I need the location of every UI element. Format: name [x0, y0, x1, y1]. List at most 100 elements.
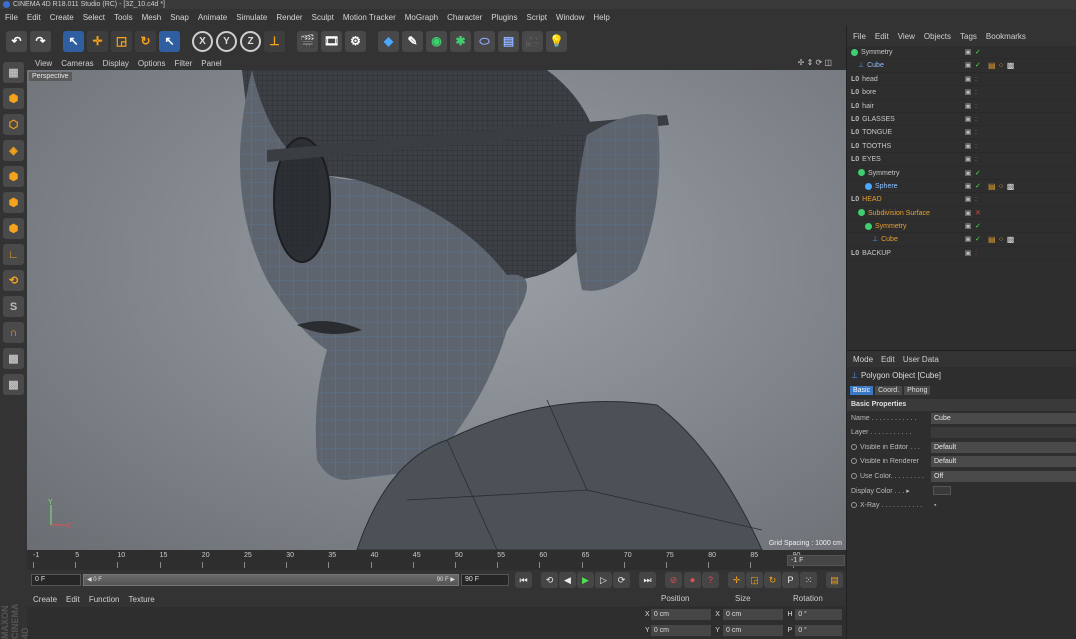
snap-icon[interactable]: S [3, 296, 24, 317]
menu-mesh[interactable]: Mesh [142, 13, 162, 22]
goto-start-icon[interactable]: ⏮ [515, 572, 532, 588]
coordinate-system-icon[interactable]: ⊥ [264, 30, 285, 52]
attribute-value-field[interactable] [933, 486, 951, 496]
make-editable-icon[interactable]: ▦ [3, 62, 24, 83]
vp-menu-view[interactable]: View [35, 59, 52, 68]
rotation-h-field[interactable]: 0 ° [795, 608, 842, 620]
enabled-check-icon[interactable]: ✓ [975, 59, 983, 72]
visibility-dots-icon[interactable]: : [975, 153, 983, 166]
menu-animate[interactable]: Animate [198, 13, 227, 22]
key-pla-icon[interactable]: ⁙ [800, 572, 817, 588]
layer-visibility-icon[interactable]: ▣ [961, 180, 975, 193]
camera-icon[interactable]: 🎥 [522, 30, 543, 52]
timeline-ruler[interactable]: -151015202530354045505560657075808590 [27, 550, 846, 570]
enabled-check-icon[interactable]: ✓ [975, 167, 983, 180]
layer-visibility-icon[interactable]: ▣ [961, 100, 975, 113]
undo-icon[interactable]: ↶ [6, 30, 27, 52]
lock-workplane-icon[interactable]: ▩ [3, 348, 24, 369]
enabled-check-icon[interactable]: ✓ [975, 46, 983, 59]
frame-range-slider[interactable]: ◀ 0 F 90 F ▶ [83, 574, 459, 586]
object-row[interactable]: Symmetry ▣ ✓ [847, 167, 1076, 180]
object-row[interactable]: L0 BACKUP ▣: [847, 247, 1076, 261]
visibility-dots-icon[interactable]: : [975, 247, 983, 260]
redo-icon[interactable]: ↷ [30, 30, 51, 52]
animate-radio-icon[interactable] [851, 472, 857, 479]
y-axis-icon[interactable]: Y [216, 30, 237, 52]
viewport-navigation-icons[interactable]: ✢ ⇕ ⟳ ◫ [798, 58, 832, 67]
om-menu-bookmarks[interactable]: Bookmarks [986, 32, 1026, 41]
layer-visibility-icon[interactable]: ▣ [961, 247, 975, 260]
menu-render[interactable]: Render [276, 13, 302, 22]
vp-menu-options[interactable]: Options [138, 59, 166, 68]
am-menu-user-data[interactable]: User Data [903, 355, 939, 364]
menu-plugins[interactable]: Plugins [491, 13, 517, 22]
mat-menu-edit[interactable]: Edit [66, 595, 80, 604]
tweak-mode-icon[interactable]: ⟲ [3, 270, 24, 291]
object-tags-icons[interactable]: ▤ ⁘ ▩ [988, 233, 1014, 246]
object-row[interactable]: L0 TONGUE ▣: [847, 126, 1076, 140]
enabled-check-icon[interactable]: ✓ [975, 220, 983, 233]
layer-visibility-icon[interactable]: ▣ [961, 86, 975, 99]
record-icon[interactable]: ⏺ [684, 572, 701, 588]
am-menu-edit[interactable]: Edit [881, 355, 895, 364]
menu-help[interactable]: Help [593, 13, 609, 22]
min-frame-field[interactable]: 0 F [31, 574, 81, 586]
om-menu-edit[interactable]: Edit [875, 32, 889, 41]
position-y-field[interactable]: 0 cm [650, 624, 712, 636]
subdivision-surface-icon[interactable]: ◉ [426, 30, 447, 52]
layer-visibility-icon[interactable]: ▣ [961, 73, 975, 86]
object-row[interactable]: L0 bore ▣: [847, 86, 1076, 100]
axis-mode-icon[interactable]: ∟ [3, 244, 24, 265]
edges-mode-icon[interactable]: ⬢ [3, 192, 24, 213]
mat-menu-texture[interactable]: Texture [129, 595, 155, 604]
menu-window[interactable]: Window [556, 13, 584, 22]
perspective-viewport[interactable]: Y Z Perspective Grid Spacing : 1000 cm [27, 70, 846, 550]
menu-script[interactable]: Script [526, 13, 546, 22]
tab-phong[interactable]: Phong [904, 385, 931, 395]
polygons-mode-icon[interactable]: ⬢ [3, 218, 24, 239]
visibility-dots-icon[interactable]: : [975, 126, 983, 139]
visibility-dots-icon[interactable]: : [975, 140, 983, 153]
object-row[interactable]: Subdivision Surface ▣ ✕ [847, 207, 1076, 221]
z-axis-icon[interactable]: Z [240, 30, 261, 52]
magnet-icon[interactable]: ∩ [3, 322, 24, 343]
rotate-tool-icon[interactable]: ↻ [135, 30, 156, 52]
layer-visibility-icon[interactable]: ▣ [961, 46, 975, 59]
layer-visibility-icon[interactable]: ▣ [961, 126, 975, 139]
size-y-field[interactable]: 0 cm [723, 624, 784, 636]
prev-frame-icon[interactable]: ◀ [559, 572, 576, 588]
object-row[interactable]: L0 hair ▣: [847, 100, 1076, 113]
am-menu-mode[interactable]: Mode [853, 355, 873, 364]
menu-simulate[interactable]: Simulate [236, 13, 267, 22]
move-tool-icon[interactable]: ✛ [87, 30, 108, 52]
key-parameter-icon[interactable]: P [782, 572, 799, 588]
object-row[interactable]: Symmetry ▣ ✓ [847, 46, 1076, 60]
om-menu-view[interactable]: View [898, 32, 915, 41]
enabled-check-icon[interactable]: ✓ [975, 233, 983, 246]
next-frame-icon[interactable]: ▷ [595, 572, 612, 588]
size-x-field[interactable]: 0 cm [723, 608, 784, 620]
menu-file[interactable]: File [5, 13, 18, 22]
render-settings-icon[interactable]: ⚙ [345, 30, 366, 52]
menu-sculpt[interactable]: Sculpt [312, 13, 334, 22]
layer-visibility-icon[interactable]: ▣ [961, 153, 975, 166]
enabled-check-icon[interactable]: ✓ [975, 180, 983, 193]
object-row[interactable]: L0 GLASSES ▣: [847, 113, 1076, 127]
object-tags-icons[interactable]: ▤ ⁘ ▩ [988, 59, 1014, 72]
layer-visibility-icon[interactable]: ▣ [961, 207, 975, 220]
vp-menu-filter[interactable]: Filter [174, 59, 192, 68]
texture-mode-icon[interactable]: ⬡ [3, 114, 24, 135]
object-row[interactable]: L0 TOOTHS ▣: [847, 140, 1076, 154]
menu-select[interactable]: Select [83, 13, 105, 22]
om-menu-tags[interactable]: Tags [960, 32, 977, 41]
attribute-value-field[interactable]: Cube [931, 412, 1076, 424]
live-selection-icon[interactable]: ↖ [63, 30, 84, 52]
disabled-x-icon[interactable]: ✕ [975, 207, 983, 220]
max-frame-field[interactable]: 90 F [461, 574, 509, 586]
scale-tool-icon[interactable]: ◲ [111, 30, 132, 52]
attribute-value-field[interactable]: Default [931, 456, 1076, 468]
object-row[interactable]: Symmetry ▣ ✓ [847, 220, 1076, 234]
mat-menu-function[interactable]: Function [89, 595, 120, 604]
goto-end-icon[interactable]: ⏭ [639, 572, 656, 588]
model-mode-icon[interactable]: ⬢ [3, 88, 24, 109]
